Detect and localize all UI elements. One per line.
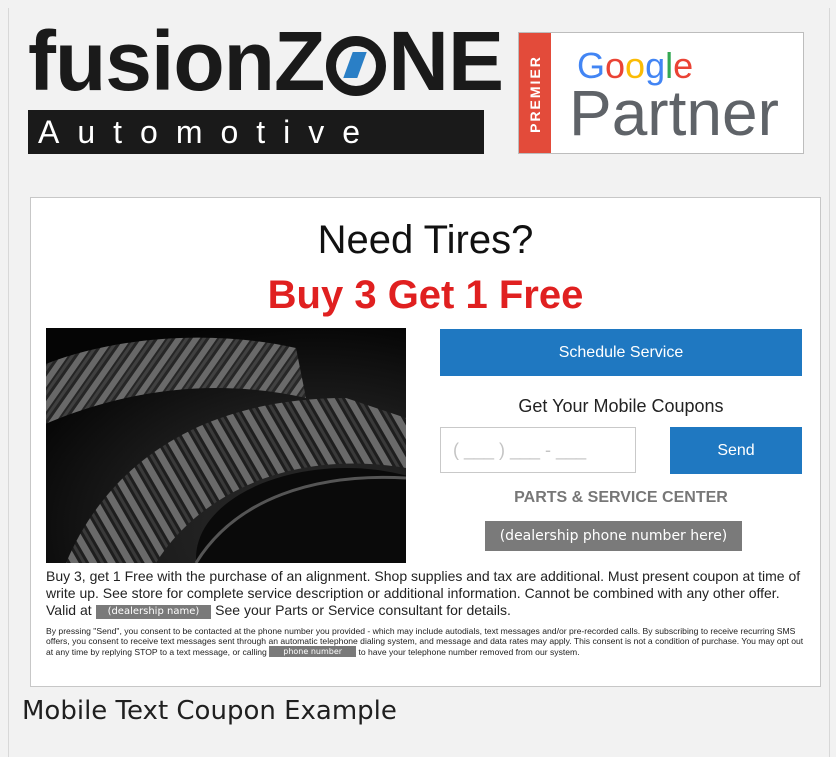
sms-fine-print: By pressing "Send", you consent to be co… <box>46 626 806 657</box>
dealer-phone-placeholder: (dealership phone number here) <box>485 521 742 551</box>
premier-label: PREMIER <box>527 55 543 133</box>
fine-print-text-2: to have your telephone number removed fr… <box>358 647 580 657</box>
coupon-offer: Buy 3 Get 1 Free <box>267 273 584 317</box>
coupon-terms-text-2: See your Parts or Service consultant for… <box>215 602 511 618</box>
send-button[interactable]: Send <box>670 427 802 474</box>
mobile-coupons-heading: Get Your Mobile Coupons <box>518 396 724 416</box>
power-icon <box>326 36 387 96</box>
google-partner-badge: PREMIER Google Partner <box>518 32 804 154</box>
fine-phone-placeholder: phone number <box>269 646 357 657</box>
figure-caption: Mobile Text Coupon Example <box>22 696 397 726</box>
fusionzone-title-post: NE <box>388 14 504 108</box>
premier-strip: PREMIER <box>519 33 551 153</box>
phone-number-input[interactable]: ( ___ ) ___ - ___ <box>440 427 636 473</box>
coupon-terms: Buy 3, get 1 Free with the purchase of a… <box>46 568 802 619</box>
tire-image <box>46 328 406 563</box>
partner-word: Partner <box>569 77 779 149</box>
fusionzone-logo-subtitle: Automotive <box>28 110 484 154</box>
parts-service-title: PARTS & SERVICE CENTER <box>514 489 728 506</box>
coupon-headline: Need Tires? <box>317 218 534 262</box>
fusionzone-logo: fusionZ NE Automotive <box>28 18 504 154</box>
fusionzone-title-pre: fusionZ <box>28 14 325 108</box>
tire-illustration <box>46 328 406 563</box>
fusionzone-logo-title: fusionZ NE <box>28 18 504 104</box>
dealer-name-placeholder: (dealership name) <box>95 605 212 619</box>
schedule-service-button[interactable]: Schedule Service <box>440 329 802 376</box>
coupon-card: Need Tires? Buy 3 Get 1 Free Schedule Se… <box>30 197 821 687</box>
